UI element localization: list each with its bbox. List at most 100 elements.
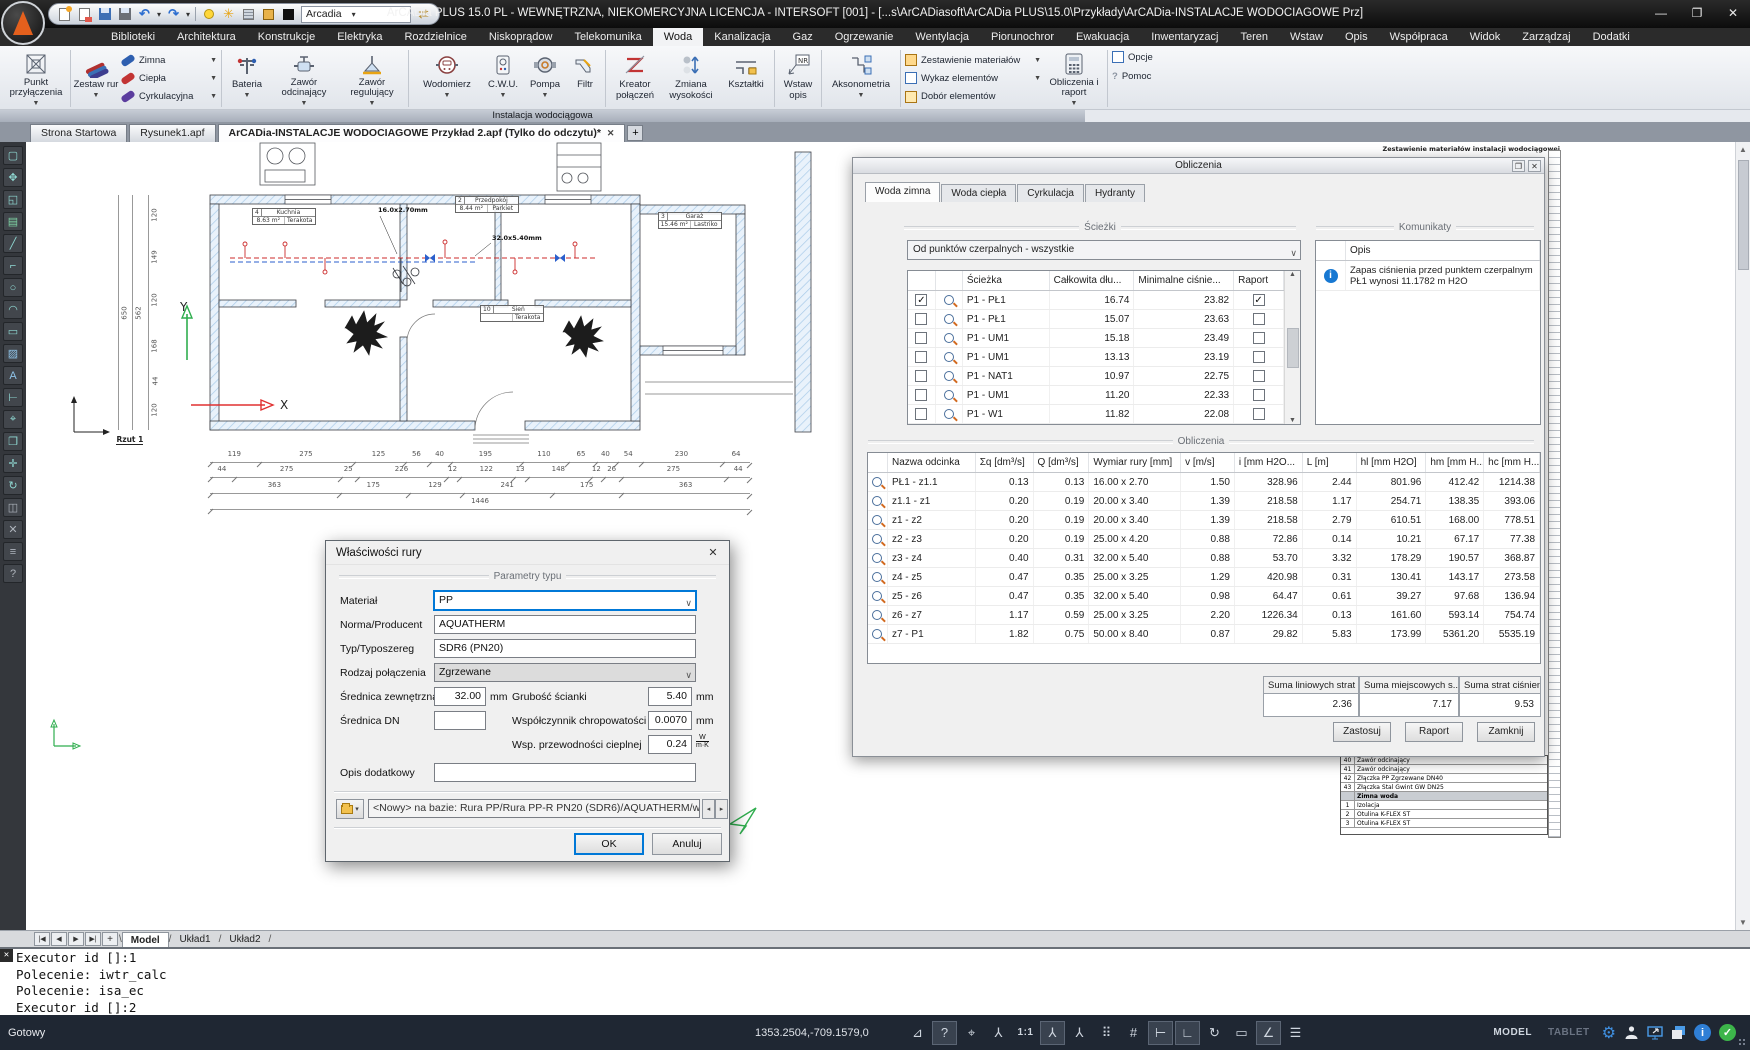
maximize-button[interactable]: ❐ bbox=[1686, 4, 1708, 22]
menu-item-teren[interactable]: Teren bbox=[1229, 28, 1279, 46]
next-sheet-icon[interactable]: ▶ bbox=[68, 932, 84, 946]
measure-tool-icon[interactable]: ⌖ bbox=[3, 410, 23, 429]
menu-item-współpraca[interactable]: Współpraca bbox=[1379, 28, 1459, 46]
magnifier-icon[interactable] bbox=[872, 515, 882, 525]
erase-tool-icon[interactable]: ✕ bbox=[3, 520, 23, 539]
ribbon-cwu-button[interactable]: C.W.U.▼ bbox=[483, 48, 523, 109]
magnifier-icon[interactable] bbox=[944, 333, 954, 343]
tab-hydranty[interactable]: Hydranty bbox=[1085, 184, 1145, 202]
menu-item-konstrukcje[interactable]: Konstrukcje bbox=[247, 28, 326, 46]
calc-col-header[interactable]: hl [mm H2O] bbox=[1357, 453, 1427, 472]
menu-item-widok[interactable]: Widok bbox=[1459, 28, 1512, 46]
help-tool-icon[interactable]: ? bbox=[3, 564, 23, 583]
path-checkbox[interactable] bbox=[915, 332, 927, 344]
grid-lines-icon[interactable]: # bbox=[1121, 1021, 1146, 1045]
col-calkowita[interactable]: Całkowita dłu... bbox=[1050, 271, 1135, 290]
menu-item-opis[interactable]: Opis bbox=[1334, 28, 1379, 46]
panel-pin-icon[interactable]: ❐ bbox=[1512, 160, 1525, 172]
tab-close-icon[interactable]: ✕ bbox=[607, 125, 615, 142]
save-icon[interactable] bbox=[97, 7, 112, 22]
col-opis[interactable]: Opis bbox=[1346, 241, 1540, 260]
ucs-star-icon[interactable]: ⅄ bbox=[1067, 1021, 1092, 1045]
menu-item-telekomunika[interactable]: Telekomunika bbox=[563, 28, 652, 46]
magnifier-icon[interactable] bbox=[944, 352, 954, 362]
ribbon-aksonometria-button[interactable]: Aksonometria▼ bbox=[824, 48, 898, 109]
scroll-down-icon[interactable]: ▼ bbox=[1736, 915, 1750, 930]
report-checkbox[interactable]: ✓ bbox=[1253, 294, 1265, 306]
sheet-tab-układ2[interactable]: Układ2 bbox=[221, 934, 268, 945]
paths-table-row[interactable]: ✓P1 - PŁ116.7423.82✓ bbox=[908, 291, 1284, 310]
path-checkbox[interactable] bbox=[915, 313, 927, 325]
ribbon-zawor-regulujacy-button[interactable]: Zawór regulujący▼ bbox=[338, 48, 406, 109]
model-toggle[interactable]: MODEL bbox=[1489, 1021, 1536, 1045]
material-combo[interactable]: PP∨ bbox=[434, 591, 696, 610]
prev-type-button[interactable]: ◂ bbox=[702, 799, 715, 819]
hatch-tool-icon[interactable]: ▨ bbox=[3, 344, 23, 363]
esnap-icon[interactable]: ⊿ bbox=[905, 1021, 930, 1045]
calc-table-row[interactable]: z1.1 - z10.200.1920.00 x 3.401.39218.581… bbox=[868, 492, 1540, 511]
ribbon-zestawienie-materialow-button[interactable]: Zestawienie materiałów▼ bbox=[905, 54, 1041, 66]
frame-icon[interactable]: ▭ bbox=[1229, 1021, 1254, 1045]
paths-table-row[interactable]: P1 - PŁ115.0723.63 bbox=[908, 310, 1284, 329]
ortho-icon[interactable]: ∟ bbox=[1175, 1021, 1200, 1045]
norma-input[interactable]: AQUATHERM bbox=[434, 615, 696, 634]
report-checkbox[interactable] bbox=[1253, 332, 1265, 344]
menu-item-inwentaryzacj[interactable]: Inwentaryzacj bbox=[1140, 28, 1229, 46]
menu-item-ogrzewanie[interactable]: Ogrzewanie bbox=[824, 28, 905, 46]
srednica-dn-input[interactable] bbox=[434, 711, 486, 730]
arc-tool-icon[interactable]: ◠ bbox=[3, 300, 23, 319]
ribbon-ksztaltki-button[interactable]: Kształtki bbox=[720, 48, 772, 109]
rectangle-tool-icon[interactable]: ▭ bbox=[3, 322, 23, 341]
ribbon-wodomierz-button[interactable]: Wodomierz▼ bbox=[411, 48, 483, 109]
magnifier-icon[interactable] bbox=[872, 591, 882, 601]
paths-filter-select[interactable]: Od punktów czerpalnych - wszystkie∨ bbox=[907, 240, 1301, 260]
calc-col-header[interactable]: Wymiar rury [mm] bbox=[1089, 453, 1181, 472]
type-base-combo[interactable]: <Nowy> na bazie: Rura PP/Rura PP-R PN20 … bbox=[368, 799, 700, 818]
prev-sheet-icon[interactable]: ◀ bbox=[51, 932, 67, 946]
ribbon-wykaz-elementow-button[interactable]: Wykaz elementów▼ bbox=[905, 72, 1041, 84]
anuluj-button[interactable]: Anuluj bbox=[652, 833, 722, 855]
select-tool-icon[interactable]: ▢ bbox=[3, 146, 23, 165]
calc-table-row[interactable]: z7 - P11.820.7550.00 x 8.400.8729.825.83… bbox=[868, 625, 1540, 644]
paths-table-row[interactable]: P1 - W111.8222.08 bbox=[908, 405, 1284, 424]
sheet-tab-model[interactable]: Model bbox=[122, 932, 169, 947]
new-tab-button[interactable]: + bbox=[627, 125, 643, 141]
canvas-vertical-scrollbar[interactable]: ▲ ▼ bbox=[1735, 142, 1750, 930]
save-as-icon[interactable] bbox=[117, 7, 132, 22]
polar-icon[interactable]: ↻ bbox=[1202, 1021, 1227, 1045]
zoom-window-icon[interactable]: ◱ bbox=[3, 190, 23, 209]
paths-table-row[interactable]: P1 - UM115.1823.49 bbox=[908, 329, 1284, 348]
message-row[interactable]: i Zapas ciśnienia przed punktem czerpaln… bbox=[1316, 261, 1540, 291]
calc-col-header[interactable] bbox=[868, 453, 888, 472]
properties-tool-icon[interactable]: ≡ bbox=[3, 542, 23, 561]
ribbon-punkt-przylaczenia-button[interactable]: Punkt przyłączenia▼ bbox=[4, 48, 68, 109]
scale-label[interactable]: 1:1 bbox=[1013, 1021, 1038, 1045]
copy-tool-icon[interactable]: ❐ bbox=[3, 432, 23, 451]
ucs-icon[interactable]: ⅄ bbox=[986, 1021, 1011, 1045]
scroll-thumb[interactable] bbox=[1738, 160, 1749, 270]
calc-table-row[interactable]: z1 - z20.200.1920.00 x 3.401.39218.582.7… bbox=[868, 511, 1540, 530]
tab-strona-startowa[interactable]: Strona Startowa bbox=[30, 124, 127, 142]
snap-center-icon[interactable]: ⌖ bbox=[959, 1021, 984, 1045]
ribbon-ciepla-button[interactable]: Ciepła▼ bbox=[121, 73, 217, 84]
tab-woda-zimna[interactable]: Woda zimna bbox=[865, 182, 940, 202]
magnifier-icon[interactable] bbox=[944, 409, 954, 419]
minimize-button[interactable]: — bbox=[1650, 4, 1672, 22]
ribbon-kreator-polaczen-button[interactable]: Kreator połączeń bbox=[608, 48, 662, 109]
report-checkbox[interactable] bbox=[1253, 351, 1265, 363]
type-library-button[interactable]: ▾ bbox=[336, 799, 364, 819]
menu-item-elektryka[interactable]: Elektryka bbox=[326, 28, 393, 46]
tab-rysunek1[interactable]: Rysunek1.apf bbox=[129, 124, 215, 142]
close-button[interactable]: ✕ bbox=[1722, 4, 1744, 22]
layers-icon[interactable]: ▤ bbox=[3, 212, 23, 231]
mirror-tool-icon[interactable]: ◫ bbox=[3, 498, 23, 517]
pan-tool-icon[interactable]: ✥ bbox=[3, 168, 23, 187]
path-checkbox[interactable] bbox=[915, 389, 927, 401]
path-checkbox[interactable] bbox=[915, 370, 927, 382]
magnifier-icon[interactable] bbox=[944, 295, 954, 305]
calc-col-header[interactable]: Nazwa odcinka bbox=[888, 453, 976, 472]
magnifier-icon[interactable] bbox=[872, 477, 882, 487]
panel-close-icon[interactable]: ✕ bbox=[1528, 160, 1541, 172]
ribbon-cyrkulacyjna-button[interactable]: Cyrkulacyjna▼ bbox=[121, 91, 217, 102]
menu-item-ewakuacja[interactable]: Ewakuacja bbox=[1065, 28, 1140, 46]
